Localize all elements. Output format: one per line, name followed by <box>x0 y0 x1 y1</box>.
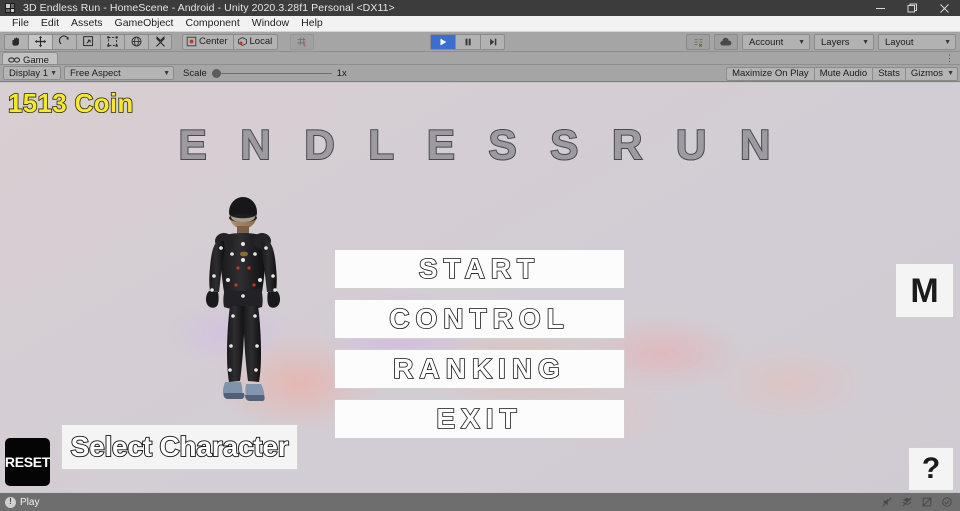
select-character-label: Select Character <box>70 430 290 463</box>
scale-value: 1x <box>336 67 347 79</box>
menu-component[interactable]: Component <box>179 16 245 31</box>
control-button[interactable]: CONTROL <box>334 299 625 339</box>
help-button-label: ? <box>921 452 941 485</box>
music-button-label: M <box>910 271 939 310</box>
start-button[interactable]: START <box>334 249 625 289</box>
move-tool-icon[interactable] <box>28 33 52 50</box>
game-view-toolbar: Display 1 ▼ Free Aspect ▼ Scale 1x Maxim… <box>0 64 960 82</box>
close-button[interactable] <box>928 0 960 16</box>
display-label: Display 1 <box>9 67 49 79</box>
chevron-down-icon: ▼ <box>862 38 869 46</box>
help-button[interactable]: ? <box>908 447 954 491</box>
slider-knob[interactable] <box>211 68 221 78</box>
account-dropdown[interactable]: Account ▼ <box>742 34 810 50</box>
game-view-icon <box>8 57 20 63</box>
check-icon[interactable] <box>938 495 956 509</box>
reset-button-label: RESET <box>4 454 51 470</box>
chevron-down-icon: ▼ <box>50 69 57 77</box>
title-bar: 3D Endless Run - HomeScene - Android - U… <box>0 0 960 16</box>
error-icon[interactable] <box>918 495 936 509</box>
scale-control: Scale 1x <box>183 67 347 79</box>
control-button-label: CONTROL <box>388 303 570 334</box>
menu-help[interactable]: Help <box>295 16 329 31</box>
custom-tool-icon[interactable] <box>148 33 172 50</box>
toolbar-right-group: Account ▼ Layers ▼ Layout ▼ <box>686 34 956 50</box>
rotate-tool-icon[interactable] <box>52 33 76 50</box>
stats-button[interactable]: Stats <box>872 67 905 81</box>
maximize-on-play-button[interactable]: Maximize On Play <box>726 67 814 81</box>
exit-button-label: EXIT <box>436 403 523 434</box>
unity-editor-window: 3D Endless Run - HomeScene - Android - U… <box>0 0 960 511</box>
step-button[interactable] <box>480 34 505 50</box>
layout-dropdown[interactable]: Layout ▼ <box>878 34 956 50</box>
mute-icon[interactable] <box>878 495 896 509</box>
start-button-label: START <box>418 253 541 284</box>
menu-window[interactable]: Window <box>246 16 295 31</box>
status-message: Play <box>20 496 40 508</box>
pivot-toggles: Center Local <box>182 33 279 50</box>
game-title: E N D L E S S R U N <box>178 120 782 169</box>
pivot-mode-label: Center <box>199 35 228 47</box>
maximize-button[interactable] <box>896 0 928 16</box>
scale-tool-icon[interactable] <box>76 33 100 50</box>
reset-button[interactable]: RESET <box>5 438 50 486</box>
playback-controls <box>430 34 505 50</box>
player-character <box>205 197 281 401</box>
game-view-canvas[interactable]: 1513 Coin E N D L E S S R U N START CONT… <box>0 83 960 492</box>
window-title: 3D Endless Run - HomeScene - Android - U… <box>23 2 395 14</box>
exit-button[interactable]: EXIT <box>334 399 625 439</box>
aspect-label: Free Aspect <box>70 67 121 79</box>
menu-bar: File Edit Assets GameObject Component Wi… <box>0 16 960 32</box>
status-bar-icons <box>878 495 956 509</box>
chevron-down-icon: ▼ <box>163 69 170 77</box>
main-toolbar: Center Local Account ▼ Layers ▼ Layout ▼ <box>0 32 960 52</box>
pause-button[interactable] <box>455 34 480 50</box>
rect-tool-icon[interactable] <box>100 33 124 50</box>
transform-tool-icon[interactable] <box>124 33 148 50</box>
grid-snap-icon[interactable] <box>290 33 315 50</box>
coin-counter: 1513 Coin <box>7 87 134 119</box>
select-character-button[interactable]: Select Character <box>61 424 298 470</box>
menu-edit[interactable]: Edit <box>35 16 65 31</box>
collab-icon[interactable] <box>686 34 710 50</box>
ranking-button[interactable]: RANKING <box>334 349 625 389</box>
chevron-down-icon: ▼ <box>947 70 954 77</box>
transform-tools <box>4 33 172 50</box>
play-button[interactable] <box>430 34 455 50</box>
gizmos-dropdown[interactable]: Gizmos ▼ <box>904 67 958 81</box>
layers-icon[interactable] <box>898 495 916 509</box>
ranking-button-label: RANKING <box>392 353 566 384</box>
chevron-down-icon: ▼ <box>798 38 805 46</box>
layers-dropdown[interactable]: Layers ▼ <box>814 34 874 50</box>
pivot-rotation-button[interactable]: Local <box>232 33 279 50</box>
cloud-icon[interactable] <box>714 34 738 50</box>
layout-label: Layout <box>885 36 914 48</box>
slider-track <box>216 72 332 74</box>
game-toolbar-right: Maximize On Play Mute Audio Stats Gizmos… <box>726 67 958 81</box>
minimize-button[interactable] <box>864 0 896 16</box>
window-controls <box>864 0 960 16</box>
status-bar: ! Play <box>0 493 960 511</box>
pivot-rotation-label: Local <box>249 35 273 47</box>
scale-label: Scale <box>183 67 207 79</box>
unity-icon <box>2 0 18 16</box>
tab-options-icon[interactable]: ⋮ <box>945 53 954 64</box>
info-icon: ! <box>5 496 16 508</box>
display-dropdown[interactable]: Display 1 ▼ <box>3 66 61 80</box>
account-label: Account <box>749 36 784 48</box>
music-toggle-button[interactable]: M <box>895 263 954 318</box>
scale-slider[interactable] <box>211 67 332 79</box>
chevron-down-icon: ▼ <box>944 38 951 46</box>
mute-audio-button[interactable]: Mute Audio <box>813 67 873 81</box>
menu-gameobject[interactable]: GameObject <box>109 16 180 31</box>
layers-label: Layers <box>821 36 850 48</box>
pivot-mode-button[interactable]: Center <box>182 33 233 50</box>
gizmos-label: Gizmos <box>910 68 944 79</box>
menu-assets[interactable]: Assets <box>65 16 109 31</box>
aspect-dropdown[interactable]: Free Aspect ▼ <box>64 66 174 80</box>
hand-tool-icon[interactable] <box>4 33 28 50</box>
menu-file[interactable]: File <box>6 16 35 31</box>
